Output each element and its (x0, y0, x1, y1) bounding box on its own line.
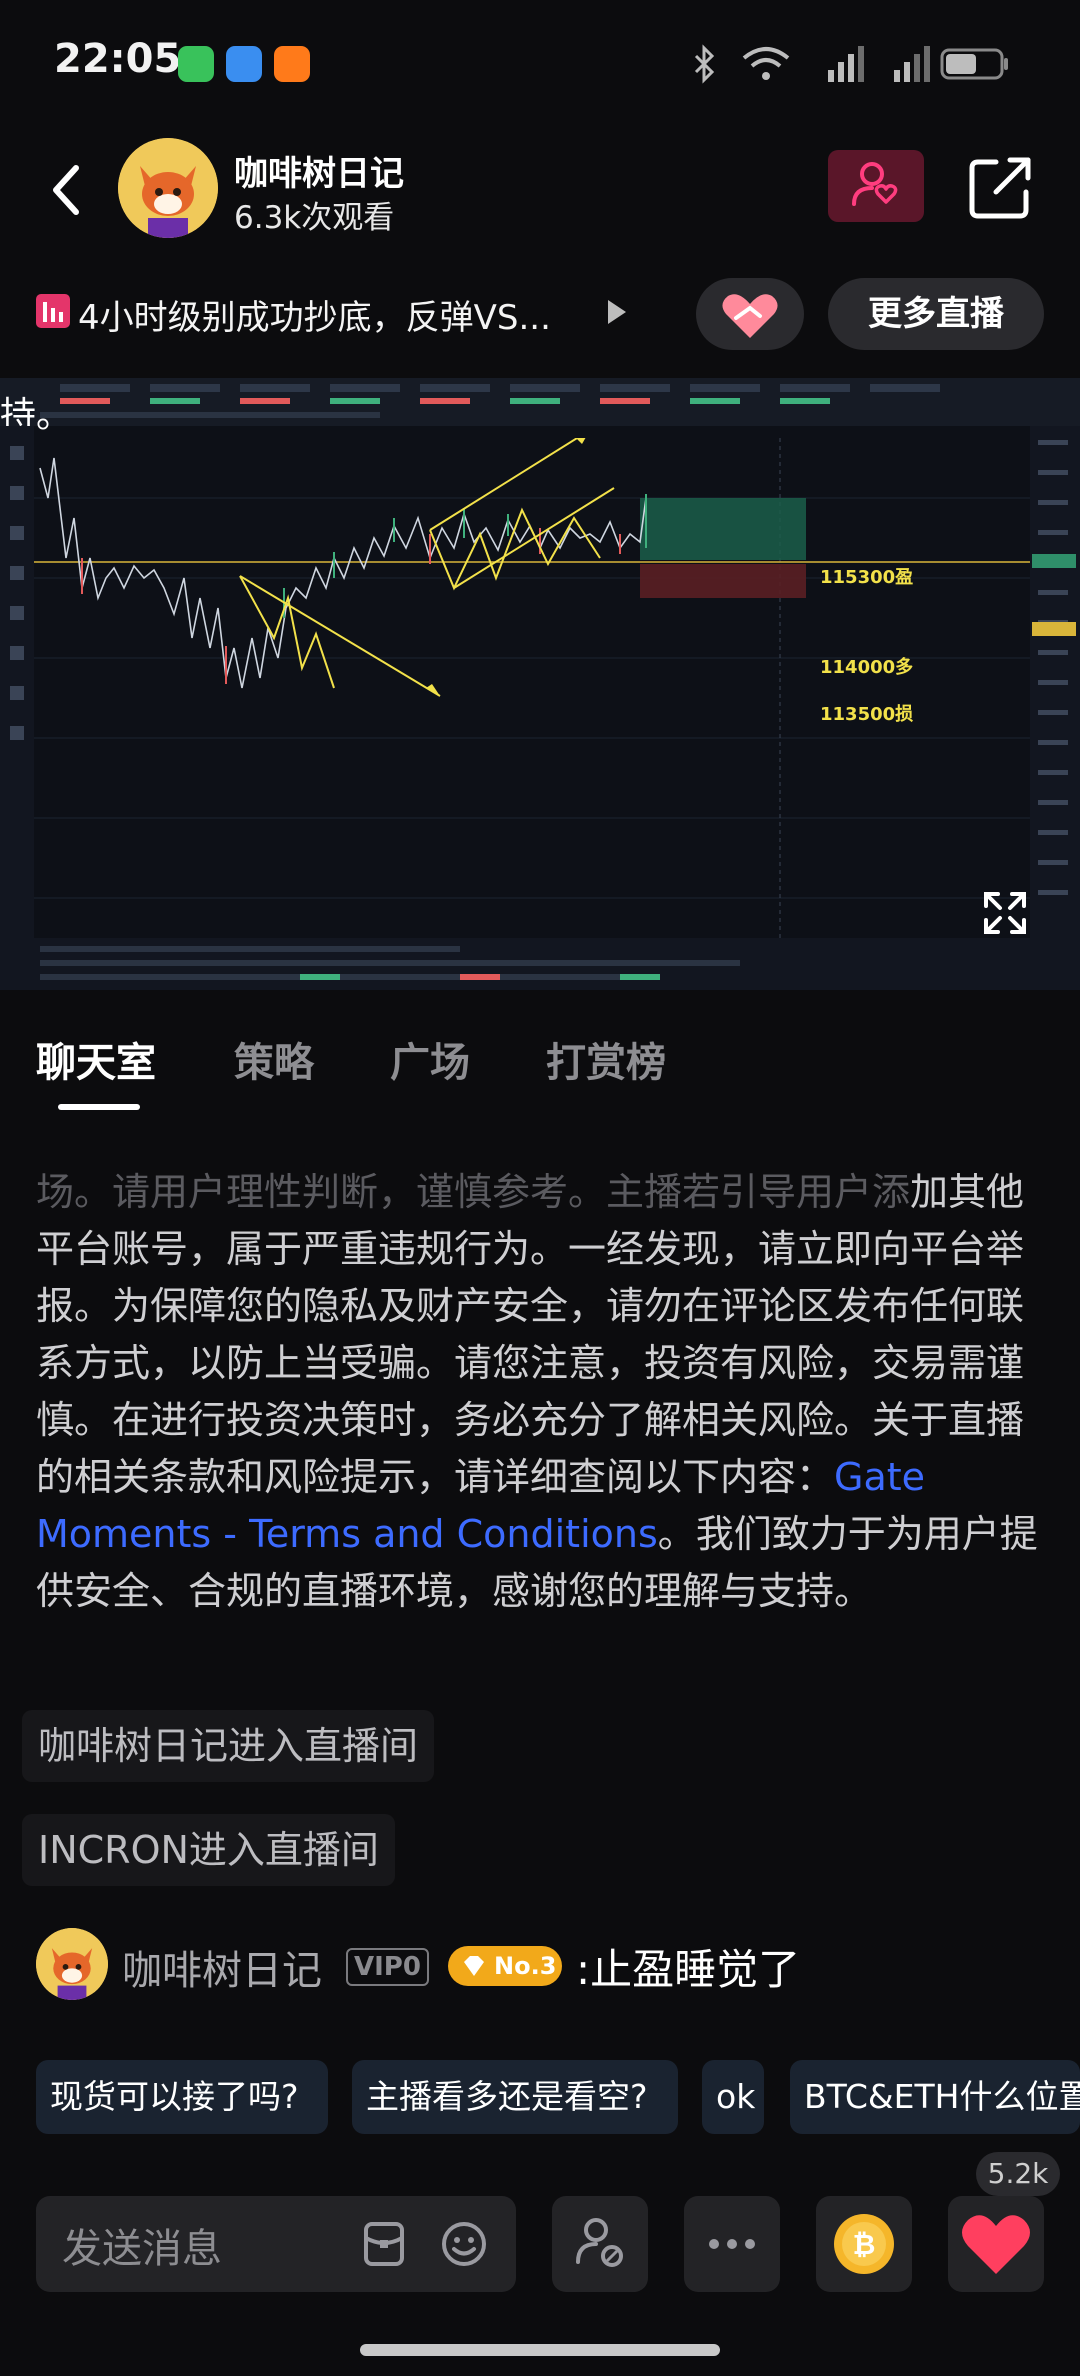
live-video-player[interactable]: 持。 115300盈 114000多 113500损 (0, 378, 1080, 990)
fullscreen-icon[interactable] (980, 888, 1030, 938)
tab-square[interactable]: 广场 (390, 1030, 470, 1088)
active-tab-indicator (58, 1104, 140, 1110)
wifi-icon (742, 47, 790, 80)
quick-reply-chip[interactable]: 现货可以接了吗? (36, 2060, 328, 2134)
trading-toolbar (0, 378, 1080, 426)
stop-loss-zone (640, 564, 806, 598)
fox-avatar-icon (118, 138, 218, 238)
share-icon[interactable] (966, 152, 1036, 222)
tab-strategy[interactable]: 策略 (234, 1030, 314, 1088)
live-title[interactable]: 4小时级别成功抄底，反弹VS... (78, 290, 590, 339)
bluetooth-icon (694, 44, 715, 84)
live-indicator-icon (36, 294, 70, 328)
back-arrow-icon[interactable] (40, 158, 96, 222)
notice-faded-line: 场。请用户理性判断，谨慎参考。主播若引导用户添 (36, 1170, 911, 1214)
messages-app-icon (178, 46, 214, 82)
rank-badge: No.3 (448, 1946, 562, 1986)
like-button[interactable] (948, 2196, 1044, 2292)
notice-body: 加其他平台账号，属于严重违规行为。一经发现，请立即向平台举报。为保障您的隐私及财… (36, 1170, 1025, 1499)
tab-chatroom[interactable]: 聊天室 (36, 1030, 156, 1088)
live-title-row: 4小时级别成功抄底，反弹VS... 更多直播 (0, 272, 1080, 352)
signal-5g-icon (828, 46, 864, 82)
status-bar: 22:05 (0, 0, 1080, 120)
host-name[interactable]: 咖啡树日记 (234, 146, 404, 195)
message-input-placeholder: 发送消息 (62, 2226, 222, 2272)
diamond-icon (464, 1956, 484, 1976)
live-header: 咖啡树日记 6.3k次观看 (0, 130, 1080, 250)
more-live-button[interactable]: 更多直播 (828, 278, 1044, 350)
more-dots-icon (709, 2239, 755, 2249)
svg-text:₿: ₿ (853, 2228, 876, 2261)
chat-text: :止盈睡觉了 (576, 1945, 801, 1994)
user-gear-icon (576, 2218, 623, 2267)
signal-5g-icon-2 (894, 46, 930, 82)
take-profit-label: 115300盈 (820, 567, 914, 588)
title-expand-icon[interactable] (608, 300, 626, 324)
more-options-button[interactable] (684, 2196, 780, 2292)
quick-reply-chip[interactable]: 主播看多还是看空? (352, 2060, 678, 2134)
system-message: 咖啡树日记进入直播间 (22, 1710, 435, 1782)
quick-reply-chip[interactable]: BTC&ETH什么位置 (790, 2060, 1080, 2134)
follow-button[interactable] (828, 150, 924, 222)
chat-username[interactable]: 咖啡树日记 (122, 1938, 322, 1996)
like-count-badge: 5.2k (976, 2152, 1060, 2196)
emoji-icon[interactable] (438, 2218, 490, 2270)
vip-badge: VIP0 (346, 1948, 429, 1986)
tab-tip-leaderboard[interactable]: 打赏榜 (546, 1030, 666, 1088)
message-input[interactable]: 发送消息 (36, 2196, 516, 2292)
home-indicator (360, 2344, 720, 2356)
heart-hand-icon (722, 294, 778, 338)
battery-icon (940, 48, 1008, 80)
chart-drawing-tools (0, 426, 34, 946)
host-avatar[interactable] (118, 138, 218, 238)
candlestick-chart (34, 438, 1030, 938)
gift-coin-button[interactable]: ₿ (816, 2196, 912, 2292)
stop-loss-label: 113500损 (820, 704, 914, 725)
fox-avatar-icon (36, 1928, 108, 2000)
heart-icon (962, 2215, 1030, 2274)
coin-icon: ₿ (834, 2214, 894, 2274)
view-count: 6.3k次观看 (234, 200, 395, 236)
app-notification-icon (274, 46, 310, 82)
chat-message: 咖啡树日记 VIP0 No.3 :止盈睡觉了 (36, 1926, 1056, 2002)
user-settings-button[interactable] (552, 2196, 648, 2292)
weather-app-icon (226, 46, 262, 82)
room-tabs: 聊天室 策略 广场 打赏榜 (0, 1030, 1080, 1110)
follow-user-heart-icon (852, 162, 898, 206)
like-gesture-button[interactable] (696, 278, 804, 350)
red-packet-icon[interactable] (358, 2218, 410, 2270)
rank-badge-text: No.3 (494, 1952, 557, 1980)
status-time: 22:05 (54, 36, 182, 82)
risk-notice: 场。请用户理性判断，谨慎参考。主播若引导用户添加其他平台账号，属于严重违规行为。… (36, 1164, 1046, 1620)
entry-label: 114000多 (820, 657, 914, 678)
price-axis (1030, 426, 1080, 946)
chat-user-avatar[interactable] (36, 1928, 108, 2000)
take-profit-zone (640, 498, 806, 560)
quick-reply-chip[interactable]: ok (702, 2060, 764, 2134)
system-message: INCRON进入直播间 (22, 1814, 395, 1886)
trading-footer (0, 938, 1080, 990)
